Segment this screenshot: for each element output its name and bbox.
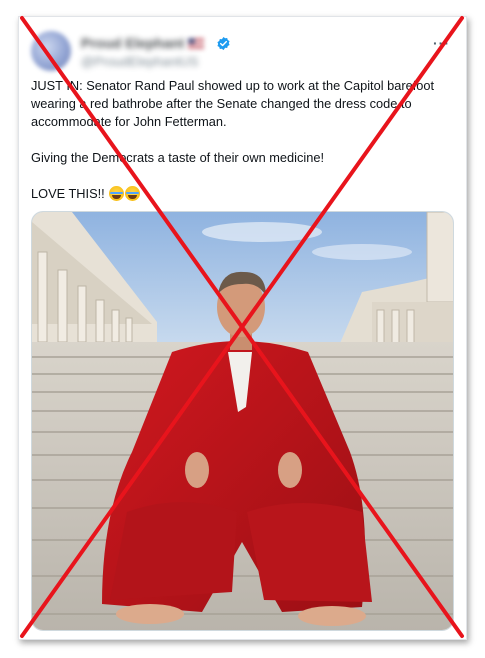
capitol-steps-photo	[32, 212, 453, 630]
tweet-paragraph-1: JUST IN: Senator Rand Paul showed up to …	[31, 78, 435, 129]
tweet-paragraph-3-text: LOVE THIS!!	[31, 186, 105, 201]
tweet-paragraph-2: Giving the Democrats a taste of their ow…	[31, 150, 325, 165]
us-flag-icon	[188, 37, 205, 49]
laughing-crying-emoji-icon	[109, 186, 125, 201]
more-options-icon[interactable]: ···	[433, 35, 450, 51]
tweet-card: Proud Elephant @ProudElephantUS ··· JUST…	[18, 16, 467, 640]
user-handle[interactable]: @ProudElephantUS	[81, 54, 198, 69]
verified-badge-icon	[217, 36, 231, 50]
avatar[interactable]	[31, 31, 71, 71]
laughing-crying-emoji-icon	[125, 186, 141, 201]
display-name[interactable]: Proud Elephant	[81, 35, 184, 51]
tweet-image[interactable]	[31, 211, 454, 631]
tweet-header: Proud Elephant @ProudElephantUS ···	[31, 29, 454, 73]
tweet-paragraph-3: LOVE THIS!!	[31, 185, 456, 203]
tweet-text: JUST IN: Senator Rand Paul showed up to …	[31, 77, 456, 203]
name-row: Proud Elephant	[81, 35, 231, 51]
